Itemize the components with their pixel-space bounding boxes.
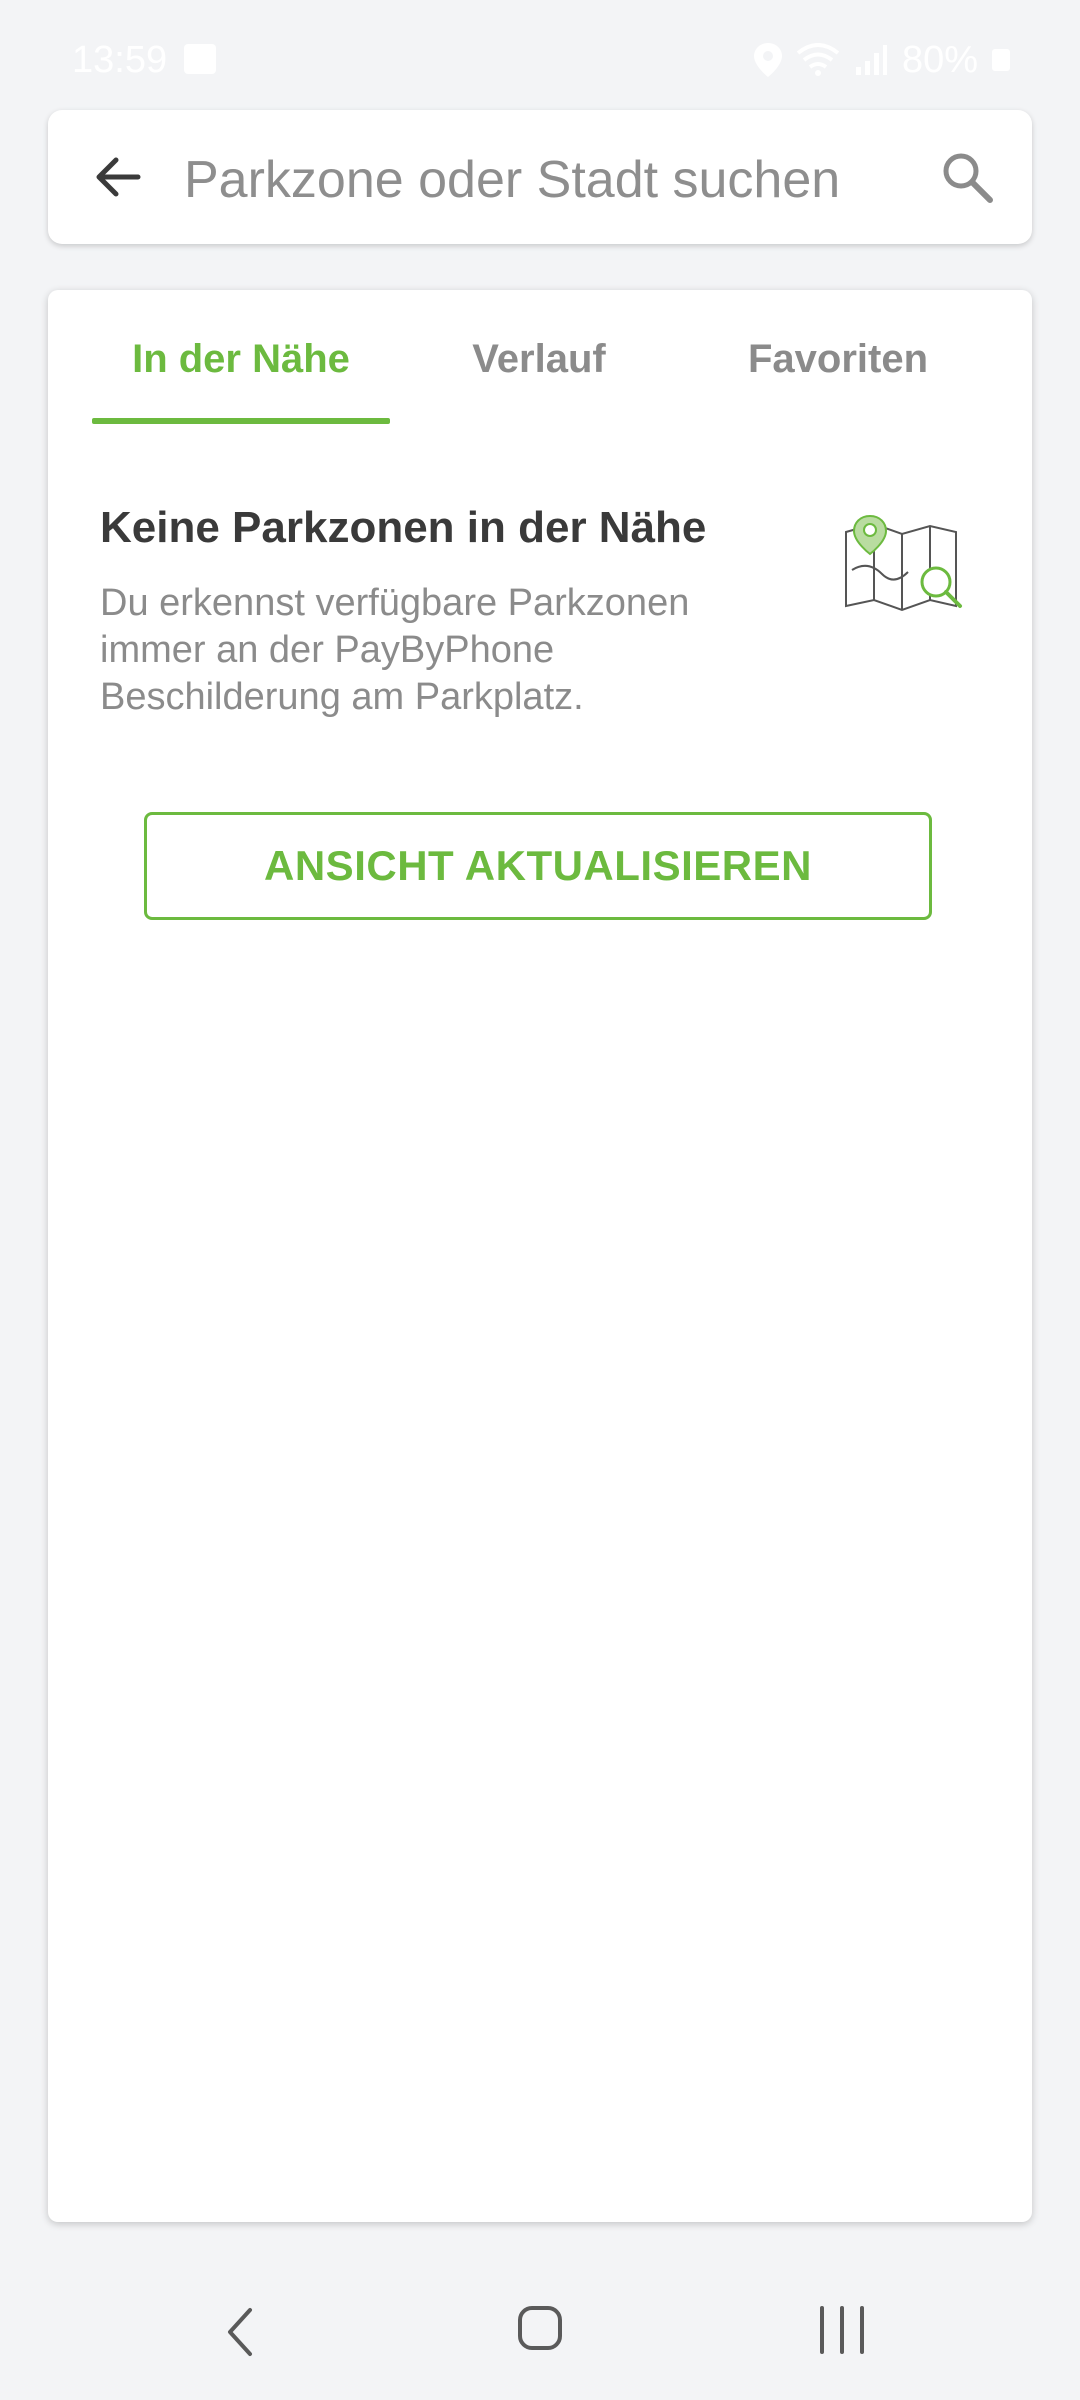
empty-state-description: Du erkennst verfügbare Parkzonen immer a… [100,582,690,718]
location-icon [753,43,782,77]
battery-icon [992,49,1010,71]
tab-bar: In der Nähe Verlauf Favoriten [92,290,988,426]
nav-home-icon[interactable] [516,2304,564,2352]
gallery-icon [184,44,216,74]
tab-favorites[interactable]: Favoriten [688,334,988,384]
back-arrow-icon[interactable] [88,147,148,207]
battery-percent: 80% [901,39,978,81]
search-icon[interactable] [938,148,996,206]
map-search-icon [845,514,962,612]
status-icons: 80% [753,36,1010,84]
system-nav-bar [0,2250,1080,2400]
nav-back-icon[interactable] [220,2302,260,2362]
nav-recents-icon[interactable] [816,2304,868,2356]
nearby-zones-panel: In der Nähe Verlauf Favoriten Keine Park… [48,290,1032,2222]
active-tab-indicator [92,418,390,424]
signal-icon [855,45,887,75]
refresh-view-button[interactable]: ANSICHT AKTUALISIEREN [144,812,932,920]
empty-state-title: Keine Parkzonen in der Nähe [100,503,707,552]
tab-nearby[interactable]: In der Nähe [92,334,390,384]
search-bar: Parkzone oder Stadt suchen [48,110,1032,244]
wifi-icon [796,43,840,76]
search-input[interactable]: Parkzone oder Stadt suchen [184,150,840,210]
status-bar: 13:59 80% [0,0,1080,120]
tab-history[interactable]: Verlauf [390,334,688,384]
status-time: 13:59 [72,39,168,81]
